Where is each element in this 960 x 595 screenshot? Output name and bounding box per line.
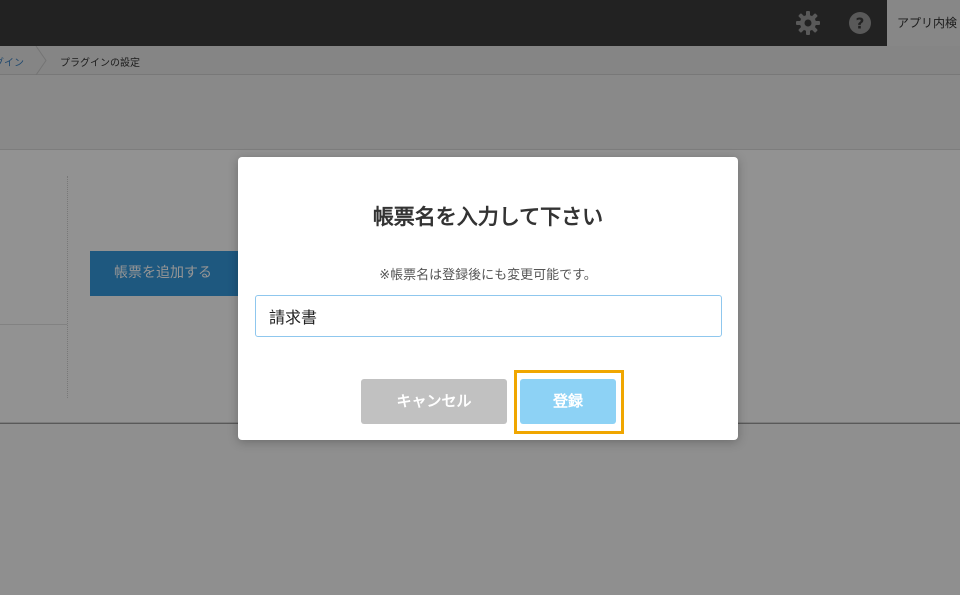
form-name-input[interactable]	[255, 295, 722, 337]
cancel-button[interactable]: キャンセル	[361, 379, 507, 424]
form-name-dialog: 帳票名を入力して下さい ※帳票名は登録後にも変更可能です。 キャンセル 登録	[238, 157, 738, 440]
dialog-title: 帳票名を入力して下さい	[372, 205, 604, 229]
submit-button[interactable]: 登録	[520, 379, 616, 424]
dialog-note: ※帳票名は登録後にも変更可能です。	[379, 268, 597, 283]
